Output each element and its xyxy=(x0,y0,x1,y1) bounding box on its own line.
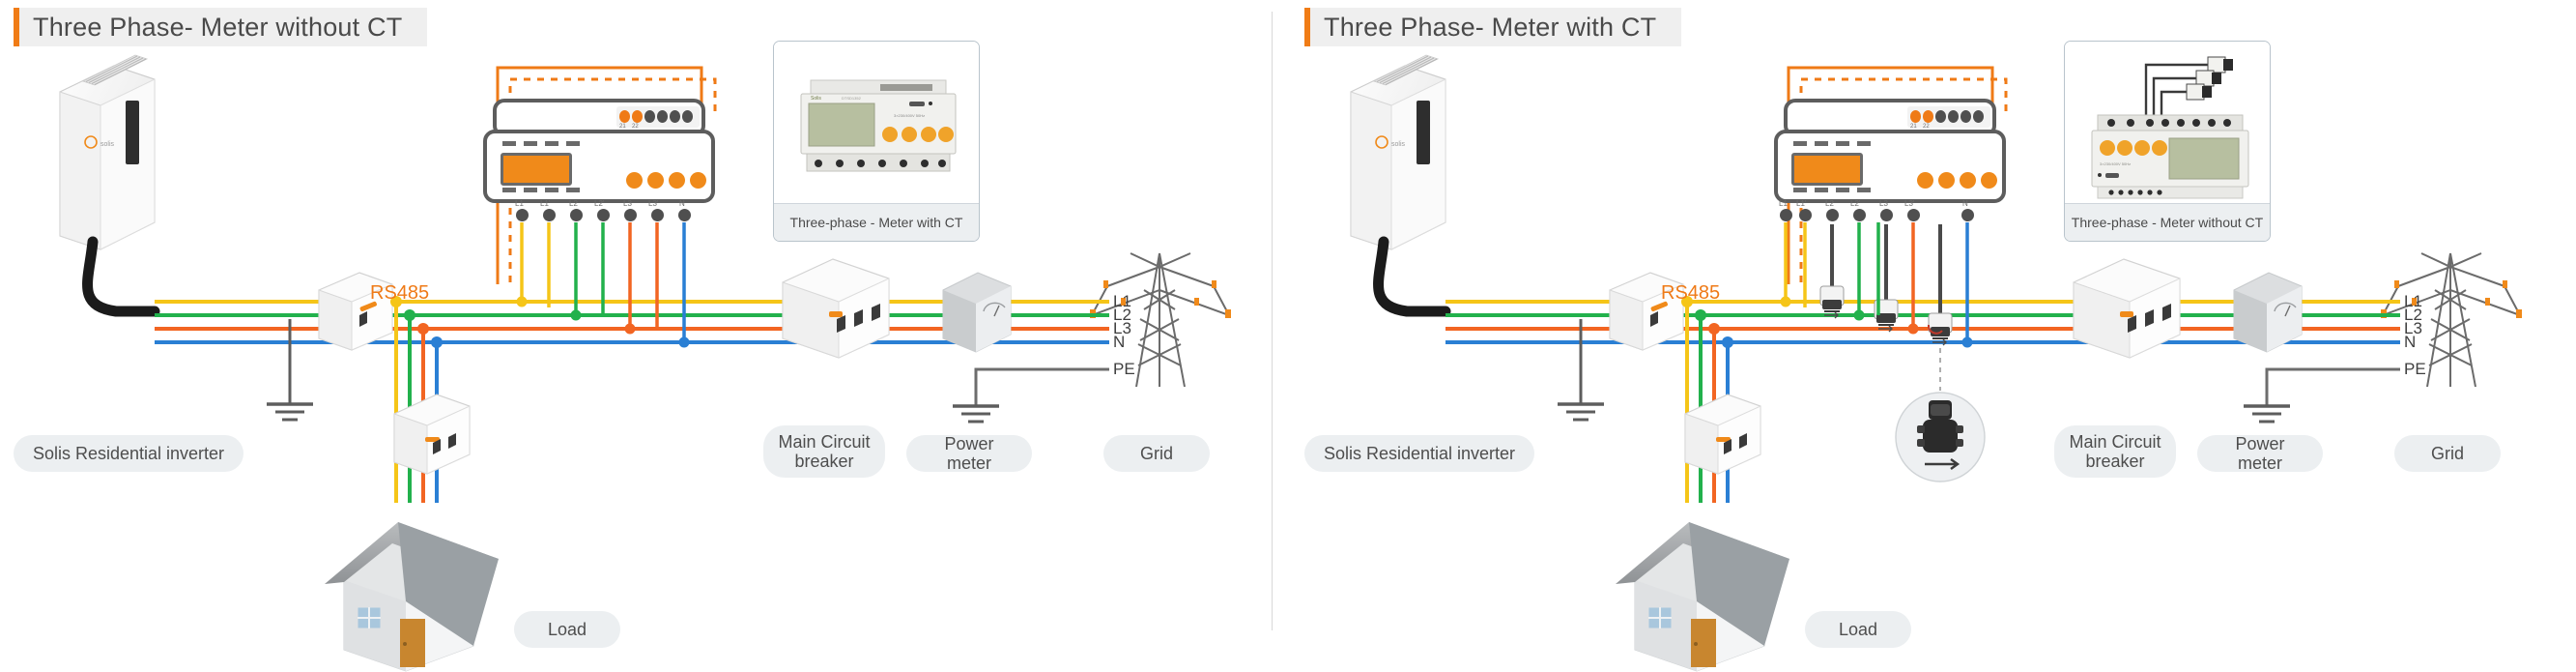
meter-button-4[interactable] xyxy=(690,172,706,189)
label-main-breaker: Main Circuit breaker xyxy=(763,425,885,478)
label-load: Load xyxy=(514,611,620,648)
meter-decor-bottom xyxy=(1793,188,1875,192)
pe-line xyxy=(2244,367,2379,424)
meter-photo-caption: Three-phase - Meter with CT xyxy=(774,203,979,241)
meter-button-2[interactable] xyxy=(647,172,664,189)
meter-terminal-18 xyxy=(1948,110,1959,123)
house-load-icon xyxy=(1616,522,1789,672)
bus-label-pe: PE xyxy=(1113,360,1135,378)
meter-bottom-terminal-l3 xyxy=(624,209,637,221)
meter-terminal-22 xyxy=(632,110,643,123)
meter-button-3[interactable] xyxy=(1960,172,1976,189)
label-inverter: Solis Residential inverter xyxy=(14,435,243,472)
meter-terminal-20 xyxy=(682,110,693,123)
meter-decor-bottom xyxy=(502,188,584,192)
panel-meter-without-ct: Three Phase- Meter without CT solis 21 2… xyxy=(0,0,1285,672)
bus-label-n: N xyxy=(2404,333,2417,351)
meter-lcd-screen xyxy=(1791,153,1863,186)
label-load: Load xyxy=(1805,611,1911,648)
label-power-meter: Power meter xyxy=(2197,434,2323,473)
meter-bottom-label-l3p: L3' xyxy=(1904,199,1915,208)
meter-bottom-label-l3: L3 xyxy=(1879,199,1888,208)
meter-photo-image: Solis DTSD1352 3×230/400V 50Hz xyxy=(774,42,979,206)
meter-bottom-terminal-n xyxy=(1961,209,1974,221)
meter-bottom-terminal-l3p xyxy=(651,209,664,221)
meter-photo-image: 3×230/400V 50Hz xyxy=(2065,42,2270,206)
house-load-icon xyxy=(325,522,499,672)
meter-bottom-label-l1p: L1' xyxy=(1796,199,1807,208)
meter-terminal-17 xyxy=(644,110,655,123)
meter-bottom-label-l2p: L2' xyxy=(1850,199,1861,208)
meter-terminal-18 xyxy=(657,110,668,123)
panel-meter-with-ct: Three Phase- Meter with CT solis 21 22 L… xyxy=(1291,0,2576,672)
label-main-breaker: Main Circuit breaker xyxy=(2054,425,2176,478)
inverter-earth-symbol xyxy=(267,319,313,422)
meter-bottom-label-l3p: L3' xyxy=(648,199,659,208)
meter-terminal-20 xyxy=(1973,110,1984,123)
meter-bottom-label-l3: L3 xyxy=(623,199,632,208)
meter-bottom-terminal-l1p xyxy=(1799,209,1812,221)
meter-bottom-terminal-l1p xyxy=(543,209,556,221)
label-grid: Grid xyxy=(2394,435,2501,472)
meter-bottom-label-l2: L2 xyxy=(1825,199,1834,208)
meter-decor-top xyxy=(1793,141,1875,146)
meter-button-1[interactable] xyxy=(626,172,643,189)
meter-bottom-terminal-n xyxy=(678,209,691,221)
meter-terminal-21 xyxy=(1910,110,1921,123)
meter-bottom-terminal-l2p xyxy=(597,209,610,221)
meter-bottom-terminal-l3p xyxy=(1907,209,1920,221)
svg-text:solis: solis xyxy=(100,141,115,148)
meter-bottom-terminal-l2 xyxy=(570,209,583,221)
meter-bottom-terminal-l1 xyxy=(1780,209,1792,221)
ct-clamp-group xyxy=(1819,224,1986,482)
inverter-device: solis xyxy=(1350,54,1446,250)
bus-label-n: N xyxy=(1113,333,1126,351)
svg-text:solis: solis xyxy=(1391,141,1406,148)
meter-lcd-screen xyxy=(501,153,572,186)
label-power-meter: Power meter xyxy=(906,434,1032,473)
load-breaker xyxy=(1684,394,1761,475)
meter-bottom-terminal-l1 xyxy=(516,209,529,221)
meter-bottom-label-l2p: L2' xyxy=(594,199,605,208)
meter-photo-card: 3×230/400V 50Hz Three-phase - Meter with… xyxy=(2064,41,2271,242)
meter-bottom-label-l2: L2 xyxy=(569,199,578,208)
meter-button-4[interactable] xyxy=(1981,172,1997,189)
meter-phase-wires xyxy=(520,222,686,342)
meter-bottom-terminal-l2p xyxy=(1853,209,1866,221)
svg-text:Solis: Solis xyxy=(811,96,821,102)
inverter-earth-symbol xyxy=(1558,319,1604,422)
svg-text:3×230/400V 50Hz: 3×230/400V 50Hz xyxy=(894,113,925,118)
meter-bottom-terminal-l3 xyxy=(1880,209,1893,221)
meter-bottom-terminal-l2 xyxy=(1826,209,1839,221)
meter-bottom-label-l1: L1 xyxy=(1779,199,1788,208)
meter-button-2[interactable] xyxy=(1938,172,1955,189)
meter-bottom-label-l1: L1 xyxy=(515,199,524,208)
meter-terminal-19 xyxy=(670,110,680,123)
meter-terminal-17 xyxy=(1935,110,1946,123)
meter-terminal-21 xyxy=(619,110,630,123)
meter-terminal-19 xyxy=(1961,110,1971,123)
bus-label-pe: PE xyxy=(2404,360,2426,378)
meter-bottom-label-l1p: L1' xyxy=(540,199,551,208)
label-grid: Grid xyxy=(1103,435,1210,472)
label-inverter: Solis Residential inverter xyxy=(1304,435,1534,472)
meter-decor-top xyxy=(502,141,584,146)
pe-line xyxy=(953,367,1088,424)
meter-button-3[interactable] xyxy=(669,172,685,189)
meter-bottom-label-n: N xyxy=(1962,199,1968,208)
meter-button-1[interactable] xyxy=(1917,172,1933,189)
rs485-label: RS485 xyxy=(370,282,430,304)
rs485-label: RS485 xyxy=(1661,282,1721,304)
load-breaker xyxy=(393,394,471,475)
svg-text:3×230/400V 50Hz: 3×230/400V 50Hz xyxy=(2100,161,2131,166)
meter-bottom-label-n: N xyxy=(679,199,685,208)
inverter-device: solis xyxy=(59,54,156,250)
meter-photo-caption: Three-phase - Meter without CT xyxy=(2065,203,2270,241)
svg-text:DTSD1352: DTSD1352 xyxy=(842,96,862,101)
diagram-canvas: Three Phase- Meter without CT solis 21 2… xyxy=(0,0,2576,672)
meter-terminal-22 xyxy=(1923,110,1933,123)
meter-photo-card: Solis DTSD1352 3×230/400V 50Hz Three-pha… xyxy=(773,41,980,242)
